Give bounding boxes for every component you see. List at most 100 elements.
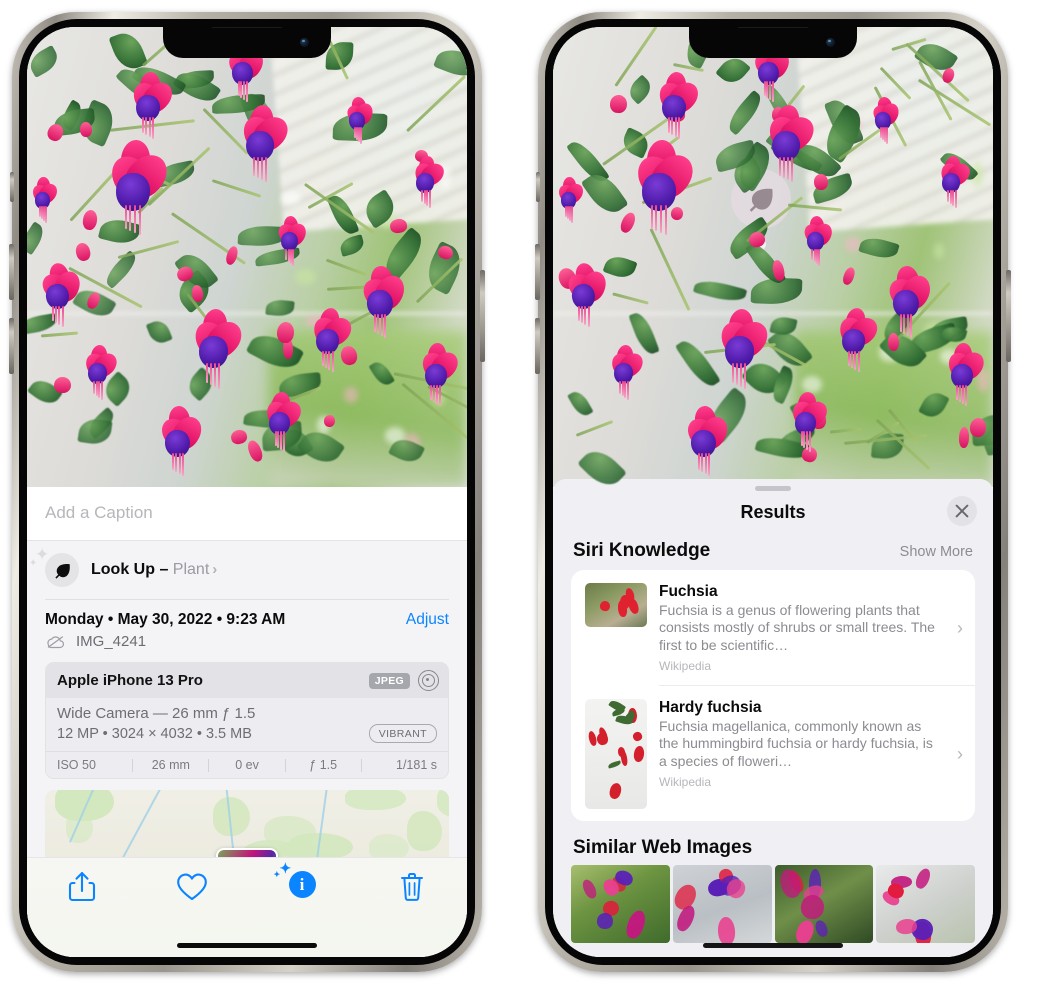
photo-bud [888, 333, 899, 351]
bokeh-highlight [934, 243, 944, 259]
front-camera-icon [826, 38, 835, 47]
knowledge-source: Wikipedia [659, 775, 941, 789]
flower-stamen [736, 363, 738, 385]
earpiece-speaker [210, 27, 284, 28]
section-title: Siri Knowledge [573, 540, 710, 562]
share-button[interactable] [27, 871, 137, 903]
flower-stamen [62, 306, 64, 328]
flower-stamen [809, 431, 811, 451]
flower-stamen [210, 363, 212, 385]
silent-switch[interactable] [10, 172, 14, 202]
photo-viewer-left[interactable] [27, 27, 467, 487]
siri-knowledge-card: Fuchsia Fuchsia is a genus of flowering … [571, 570, 975, 821]
home-indicator[interactable] [177, 943, 317, 948]
look-up-row[interactable]: ✦ ✦ Look Up – Plant › [27, 541, 467, 599]
flower-stamen [671, 117, 673, 135]
volume-down-button[interactable] [535, 318, 540, 374]
look-up-title: Look Up – [91, 561, 168, 578]
close-button[interactable] [947, 496, 977, 526]
thumbnail-flower [631, 731, 642, 742]
results-sheet: Results Siri Knowledge Show More Fuchsia… [553, 479, 993, 957]
thumbnail-flower [608, 782, 623, 800]
front-camera-icon [300, 38, 309, 47]
right-iphone-device: Results Siri Knowledge Show More Fuchsia… [538, 12, 1008, 972]
flower-stamen [806, 431, 808, 449]
flower-stamen [907, 314, 909, 336]
flower-stamen [374, 314, 376, 332]
flower-stamen [627, 381, 629, 400]
chevron-right-icon: › [212, 561, 217, 578]
flower-stamen [246, 81, 248, 101]
close-icon [955, 504, 969, 518]
flower-stamen [675, 117, 677, 137]
info-button[interactable]: i ✦ ✦ [247, 871, 357, 898]
sparkle-icon: ✦ ✦ [280, 863, 292, 877]
side-power-button[interactable] [480, 270, 485, 362]
flower-stamen [134, 205, 136, 232]
exif-ev: 0 ev [209, 758, 284, 772]
display-notch [689, 27, 857, 58]
capture-date: Monday • May 30, 2022 • 9:23 AM [45, 611, 285, 629]
volume-up-button[interactable] [535, 244, 540, 300]
sparkle-icon-small: ✦ [29, 559, 37, 569]
show-more-button[interactable]: Show More [900, 544, 973, 560]
flower-stamen [588, 306, 590, 328]
flower-stamen [332, 351, 334, 373]
silent-switch[interactable] [536, 172, 540, 202]
flower-stamen [801, 431, 803, 445]
flower-stamen [52, 306, 54, 322]
similar-image-4[interactable] [876, 865, 975, 943]
style-badge: VIBRANT [369, 724, 437, 743]
volume-down-button[interactable] [9, 318, 14, 374]
exif-row: ISO 50 26 mm 0 ev ƒ 1.5 1/181 s [46, 751, 448, 778]
flower-stamen [764, 81, 766, 95]
knowledge-item-hardy-fuchsia[interactable]: Hardy fuchsia Fuchsia magellanica, commo… [571, 686, 975, 821]
home-indicator[interactable] [703, 943, 843, 948]
flower-stamen [581, 306, 583, 324]
flower-stamen [139, 205, 141, 234]
similar-image-1[interactable] [571, 865, 670, 943]
thumbnail-flower [595, 732, 609, 747]
flower-stamen [903, 314, 905, 334]
thumbnail-flower [599, 600, 611, 612]
tile-flower [778, 867, 805, 900]
flower-stamen [772, 81, 774, 101]
sparkle-icon-small: ✦ [274, 871, 281, 879]
knowledge-item-fuchsia[interactable]: Fuchsia Fuchsia is a genus of flowering … [571, 570, 975, 685]
flower-stamen [732, 363, 734, 383]
side-power-button[interactable] [1006, 270, 1011, 362]
volume-up-button[interactable] [9, 244, 14, 300]
flower-stamen [360, 127, 362, 144]
similar-image-2[interactable] [673, 865, 772, 943]
flower-stamen [955, 190, 957, 208]
lens-info: Wide Camera — 26 mm ƒ 1.5 [57, 705, 437, 722]
delete-button[interactable] [357, 871, 467, 903]
flower-stamen [381, 314, 383, 336]
similar-image-3[interactable] [775, 865, 874, 943]
left-screen: Add a Caption ✦ ✦ Look Up – Plant › Monda… [27, 27, 467, 957]
flower-stamen [429, 190, 431, 208]
screenshot-stage: Add a Caption ✦ ✦ Look Up – Plant › Monda… [0, 0, 1055, 985]
look-up-subject: Plant [173, 561, 209, 578]
tile-flower [717, 917, 735, 944]
flower-stamen [218, 363, 220, 389]
flower-stamen [624, 381, 626, 398]
flower-stamen [325, 351, 327, 369]
map-greenspace [437, 790, 449, 819]
favorite-button[interactable] [137, 871, 247, 903]
flower-stamen [179, 453, 181, 474]
flower-stamen [787, 157, 789, 180]
flower-stamen [791, 157, 793, 182]
flower-stamen [619, 381, 621, 394]
caption-input[interactable]: Add a Caption [27, 487, 467, 541]
photo-bud [609, 94, 627, 113]
display-notch [163, 27, 331, 58]
flower-stamen [858, 351, 860, 373]
flower-stamen [421, 190, 423, 202]
flower-stamen [142, 117, 144, 133]
knowledge-title: Fuchsia [659, 583, 941, 601]
flower-stamen [152, 117, 154, 139]
adjust-button[interactable]: Adjust [406, 611, 449, 629]
similar-web-images-header: Similar Web Images [553, 821, 993, 865]
photo-viewer-right[interactable] [553, 27, 993, 487]
